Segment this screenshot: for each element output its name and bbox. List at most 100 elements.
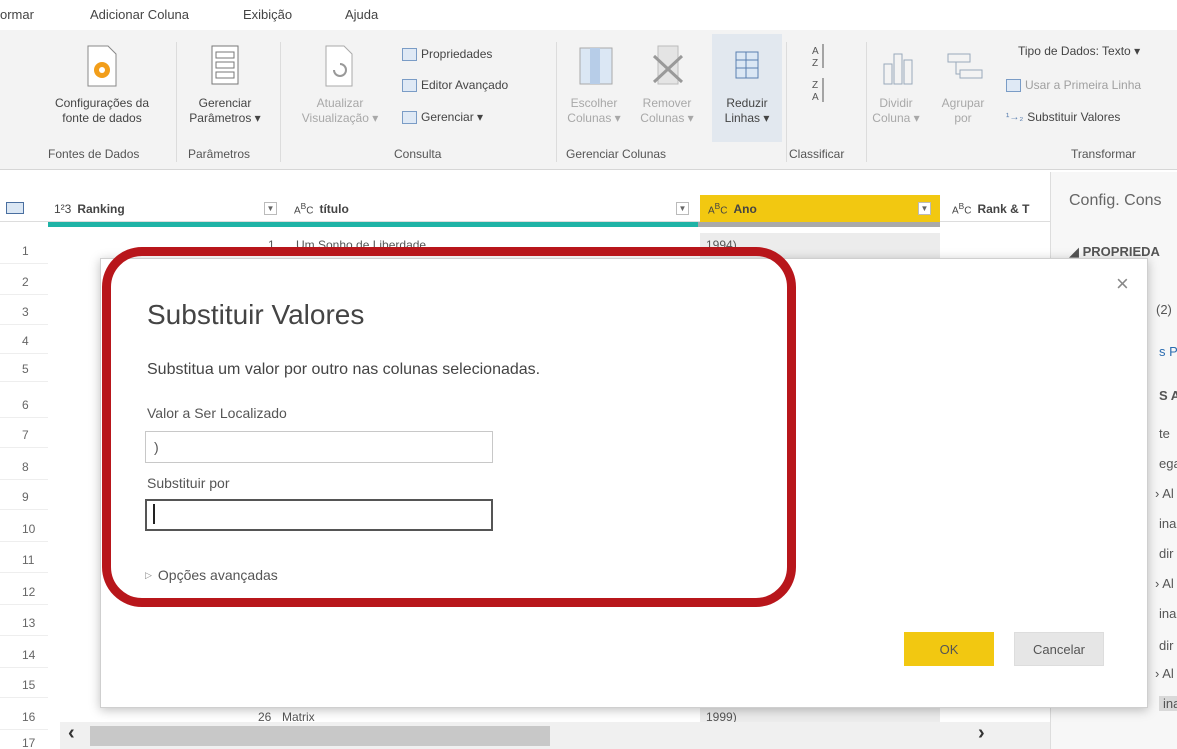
- advanced-editor-icon: [402, 78, 417, 92]
- cancel-button[interactable]: Cancelar: [1014, 632, 1104, 666]
- row-number: 11: [0, 547, 48, 573]
- column-quality-bar-ano: [698, 222, 940, 227]
- panel-fragment[interactable]: › Al: [1155, 576, 1174, 591]
- row-number: 6: [0, 392, 48, 418]
- data-source-settings-label-1: Configurações da: [54, 96, 150, 110]
- split-column-label-1: Dividir: [879, 96, 913, 110]
- panel-fragment[interactable]: ina: [1159, 516, 1176, 531]
- replace-values-icon: ¹→₂: [1006, 111, 1024, 123]
- panel-fragment[interactable]: dir: [1159, 546, 1173, 561]
- properties-button[interactable]: Propriedades: [402, 47, 492, 61]
- find-value-input[interactable]: [145, 431, 493, 463]
- menu-item-ajuda[interactable]: Ajuda: [345, 7, 378, 22]
- group-by-button[interactable]: Agrupar por: [930, 96, 996, 126]
- column-header-ranking[interactable]: 1²3 Ranking ▼: [46, 195, 286, 222]
- choose-columns-button[interactable]: Escolher Colunas ▾: [560, 96, 628, 126]
- menu-item-exibicao[interactable]: Exibição: [243, 7, 292, 22]
- menu-bar: ormar Adicionar Coluna Exibição Ajuda: [0, 0, 1177, 30]
- group-by-icon: [946, 52, 986, 87]
- group-label-transform: Transformar: [1071, 147, 1136, 161]
- data-source-settings-label-2: fonte de dados: [62, 111, 142, 125]
- reduce-rows-icon: [734, 50, 760, 85]
- replace-values-button[interactable]: ¹→₂ Substituir Valores: [1006, 110, 1120, 124]
- row-number: 9: [0, 484, 48, 510]
- svg-text:Z: Z: [812, 80, 818, 91]
- ok-button[interactable]: OK: [904, 632, 994, 666]
- refresh-icon: [322, 44, 356, 93]
- column-header-rank-t[interactable]: ABC Rank & T: [944, 195, 1050, 222]
- separator: [786, 42, 787, 162]
- row-number: 10: [0, 516, 48, 542]
- use-first-row-icon: [1006, 78, 1021, 92]
- sort-descending-icon[interactable]: ZA: [810, 76, 826, 109]
- close-icon[interactable]: ×: [1116, 271, 1129, 297]
- scroll-thumb[interactable]: [90, 726, 550, 746]
- panel-fragment[interactable]: › Al: [1155, 666, 1174, 681]
- panel-fragment: S AP: [1159, 388, 1177, 403]
- horizontal-scrollbar[interactable]: ‹ ›: [60, 722, 1050, 749]
- panel-fragment[interactable]: dir: [1159, 638, 1173, 653]
- separator: [280, 42, 281, 162]
- chevron-down-icon[interactable]: ▼: [918, 202, 931, 215]
- row-number: 14: [0, 642, 48, 668]
- chevron-down-icon[interactable]: ▼: [676, 202, 689, 215]
- choose-columns-icon: [578, 46, 614, 91]
- column-name-titulo: título: [319, 201, 349, 216]
- row-number: 12: [0, 579, 48, 605]
- remove-columns-button[interactable]: Remover Colunas ▾: [632, 96, 702, 126]
- reduce-rows-button[interactable]: Reduzir Linhas ▾: [712, 96, 782, 126]
- remove-columns-label-1: Remover: [642, 96, 692, 110]
- advanced-options-label: Opções avançadas: [157, 567, 278, 583]
- column-name-ranking: Ranking: [77, 201, 125, 216]
- chevron-down-icon[interactable]: ▼: [264, 202, 277, 215]
- type-text-icon: ABC: [294, 200, 314, 217]
- panel-fragment[interactable]: ina: [1159, 606, 1176, 621]
- scroll-left-icon[interactable]: ‹: [68, 722, 75, 745]
- column-name-rank-t: Rank & T: [977, 201, 1030, 216]
- table-menu-icon[interactable]: [6, 202, 24, 214]
- panel-fragment[interactable]: ina: [1159, 696, 1177, 711]
- manage-parameters-button[interactable]: Gerenciar Parâmetros ▾: [180, 96, 270, 126]
- panel-fragment[interactable]: te: [1159, 426, 1170, 441]
- cell-ranking[interactable]: 1: [268, 238, 275, 252]
- row-number: 4: [0, 328, 48, 354]
- properties-icon: [402, 47, 417, 61]
- data-type-dropdown[interactable]: Tipo de Dados: Texto ▾: [1018, 44, 1140, 58]
- row-number: 3: [0, 299, 48, 325]
- menu-item-transformar[interactable]: ormar: [0, 7, 34, 22]
- refresh-preview-label-1: Atualizar: [316, 96, 364, 110]
- column-header-ano[interactable]: ABC Ano ▼: [700, 195, 940, 222]
- cell-titulo[interactable]: Um Sonho de Liberdade: [296, 238, 426, 252]
- data-source-settings-button[interactable]: Configurações da fonte de dados: [36, 96, 168, 126]
- grid-header: 1²3 Ranking ▼ ABC título ▼ ABC Ano ▼ ABC…: [0, 195, 1050, 222]
- panel-fragment[interactable]: ega: [1159, 456, 1177, 471]
- sort-ascending-icon[interactable]: AZ: [810, 42, 826, 75]
- column-header-titulo[interactable]: ABC título ▼: [286, 195, 698, 222]
- replace-with-input[interactable]: [145, 499, 493, 531]
- split-column-icon: [880, 50, 916, 91]
- column-quality-bar: [48, 222, 698, 227]
- refresh-preview-button[interactable]: Atualizar Visualização ▾: [290, 96, 390, 126]
- panel-fragment: (2): [1156, 302, 1172, 317]
- data-type-label: Tipo de Dados: Texto ▾: [1018, 44, 1141, 58]
- panel-fragment[interactable]: › Al: [1155, 486, 1174, 501]
- advanced-editor-button[interactable]: Editor Avançado: [402, 78, 508, 92]
- group-by-label-2: por: [954, 111, 972, 125]
- advanced-options-toggle[interactable]: ▷ Opções avançadas: [145, 567, 278, 583]
- scroll-right-icon[interactable]: ›: [978, 722, 985, 745]
- row-number: 15: [0, 672, 48, 698]
- row-number: 13: [0, 610, 48, 636]
- panel-fragment[interactable]: s Pr: [1159, 344, 1177, 359]
- menu-item-adicionar-coluna[interactable]: Adicionar Coluna: [90, 7, 189, 22]
- row-number: 1: [0, 238, 48, 264]
- split-column-button[interactable]: Dividir Coluna ▾: [866, 96, 926, 126]
- manage-button[interactable]: Gerenciar ▾: [402, 110, 483, 124]
- reduce-rows-label-2: Linhas ▾: [724, 111, 770, 125]
- group-label-manage-columns: Gerenciar Colunas: [566, 147, 667, 161]
- refresh-preview-label-2: Visualização ▾: [301, 111, 379, 125]
- use-first-row-button[interactable]: Usar a Primeira Linha: [1006, 78, 1141, 92]
- svg-text:A: A: [812, 92, 819, 103]
- cell-ano[interactable]: 1994): [706, 238, 737, 252]
- manage-label: Gerenciar ▾: [421, 110, 484, 124]
- split-column-label-2: Coluna ▾: [872, 111, 920, 125]
